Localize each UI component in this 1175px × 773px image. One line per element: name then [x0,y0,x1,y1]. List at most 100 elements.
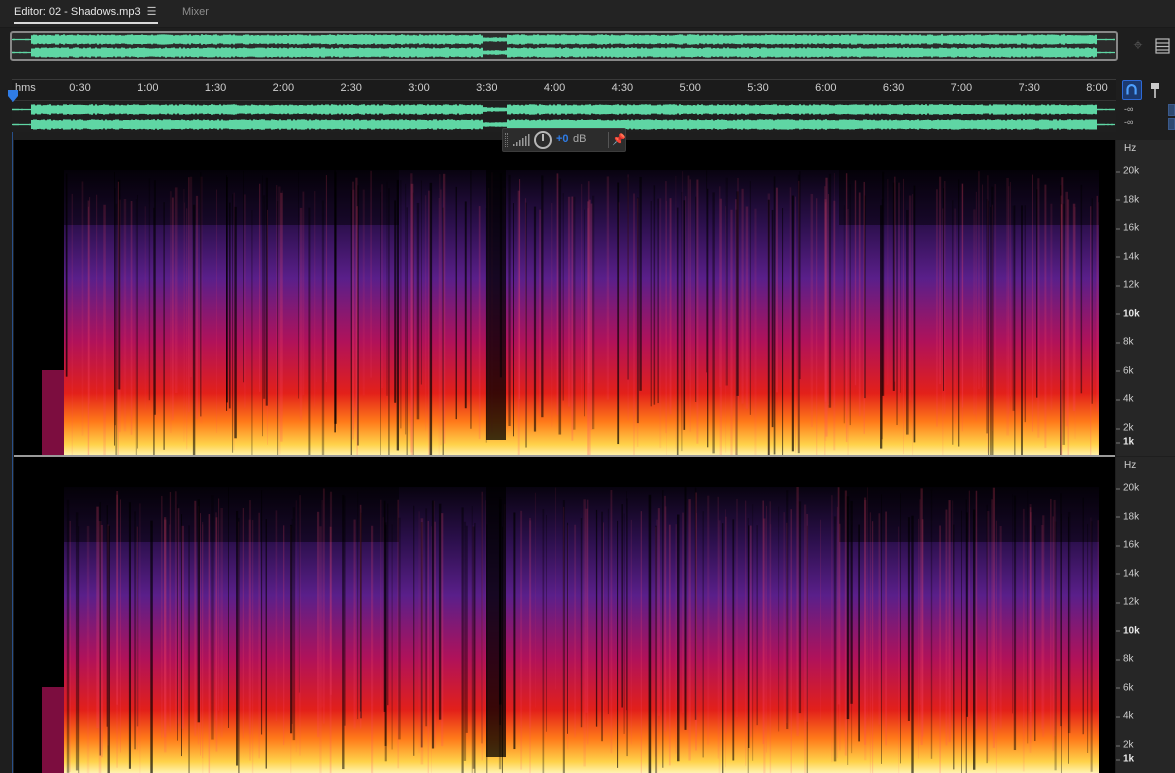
spectral-streak [464,201,467,409]
spectral-streak [352,181,354,440]
spectral-streak [1082,497,1084,735]
spectral-streak [69,520,71,773]
time-ruler[interactable]: hms 0:30 1:00 1:30 2:00 2:30 3:00 3:30 4:00 4:30… [12,79,1116,101]
level-meter-icon [513,134,530,146]
spectral-streak [688,499,691,761]
spectral-streak [782,208,784,456]
spectral-streak [824,202,827,441]
hud-grip-handle[interactable] [505,133,508,147]
spectral-streak [533,206,537,432]
spectral-display-channel-1[interactable] [14,140,1115,456]
panel-tab-bar: Editor: 02 - Shadows.mp3 ☰ Mixer [0,0,1175,28]
spectral-streak [752,504,754,761]
spectral-streak [520,510,523,770]
spectral-streak [952,500,954,721]
frequency-ruler-channel-1[interactable]: Hz 20k 18k 16k 14k 12k 10k 8k 6k 4k 2k 1k [1115,140,1175,456]
spectral-streak [567,196,571,407]
volume-knob[interactable] [534,131,552,149]
spectral-streak [828,173,832,408]
spectral-streak [139,503,141,773]
spectral-streak [298,491,300,693]
spectral-streak [233,192,235,451]
spectral-streak [798,180,800,452]
spectral-streak [783,512,785,730]
spectral-streak [96,194,98,401]
spectral-streak [322,488,325,724]
playhead-icon[interactable] [8,90,18,102]
spectral-streak [1060,204,1063,456]
tab-mixer[interactable]: Mixer [182,4,209,24]
spectral-streak [136,526,138,751]
spectral-streak [736,498,738,718]
pin-icon[interactable]: 📌 [612,133,626,147]
spectral-streak [251,520,254,773]
spectral-streak [675,176,677,449]
spectral-streak [195,195,199,419]
spectral-streak [197,499,200,723]
panel-menu-icon[interactable]: ☰ [147,4,157,20]
spectral-streak [541,175,544,418]
spectral-streak [100,524,103,758]
hz-unit-label: Hz [1124,460,1137,471]
hz-tick-label: 2k [1116,739,1134,751]
tab-editor[interactable]: Editor: 02 - Shadows.mp3 ☰ [14,4,159,24]
spectral-streak [775,187,778,393]
snap-toggle-button[interactable] [1122,80,1142,100]
spectral-streak [89,197,91,404]
spectral-streak [188,177,190,412]
spectral-streak [785,522,788,724]
spectral-streak [211,495,214,740]
spectral-streak [218,498,220,711]
list-menu-icon[interactable] [1154,36,1172,56]
spectral-streak [592,195,595,430]
spectral-display-channel-2[interactable] [14,457,1115,773]
hz-unit-label: Hz [1124,143,1137,154]
waveform-channel-1 [11,104,1115,115]
hz-tick-label: 6k [1116,365,1134,377]
hz-tick-label: 1k [1115,753,1135,765]
spectral-streak [539,209,542,414]
spectral-streak [804,504,807,773]
hz-tick-label: 10k [1116,625,1140,637]
spectral-streak [767,199,770,456]
spectral-streak [871,521,874,773]
spectral-streak [117,181,119,456]
channel2-scroll-handle[interactable] [1168,118,1175,130]
spectral-streak [406,207,408,456]
spectral-streak [290,524,293,734]
overview-waveform [12,34,1115,58]
spectral-streak [741,188,744,404]
frequency-ruler-channel-2[interactable]: Hz 20k 18k 16k 14k 12k 10k 8k 6k 4k 2k 1k [1115,457,1175,773]
spectral-streak [737,177,739,421]
spectral-streak [1060,493,1062,727]
hud-volume-control: +0 dB 📌 [502,128,626,152]
spectral-streak [918,518,919,759]
hz-tick-label: 18k [1115,511,1140,523]
spectral-streak [420,518,424,765]
spectral-streak [655,525,657,773]
spectrogram-channel-1 [14,140,1115,456]
spectral-streak [1024,205,1026,423]
spectral-streak [194,500,197,736]
spectral-streak [308,207,311,456]
spectral-streak [885,511,887,746]
zoom-navigator-icon[interactable]: ⌖ [1128,36,1148,56]
channel1-scroll-handle[interactable] [1168,104,1175,116]
spectral-streak [581,184,583,411]
volume-value[interactable]: +0 [556,133,569,145]
spectral-streak [1050,498,1052,735]
spectral-streak [161,495,163,738]
spectral-streak [1053,499,1056,737]
spectral-streak [103,204,106,456]
spectral-streak [1032,174,1033,432]
spectral-streak [990,206,992,456]
marker-pin-icon[interactable] [1148,80,1162,100]
overview-waveform-navigator[interactable] [10,31,1118,61]
spectral-streak [749,525,752,737]
spectral-streak [942,208,944,456]
spectral-streak [987,175,989,453]
spectral-streak [653,185,656,405]
spectral-streak [695,196,697,403]
spectral-streak [858,524,860,742]
spectral-streak [601,511,603,742]
